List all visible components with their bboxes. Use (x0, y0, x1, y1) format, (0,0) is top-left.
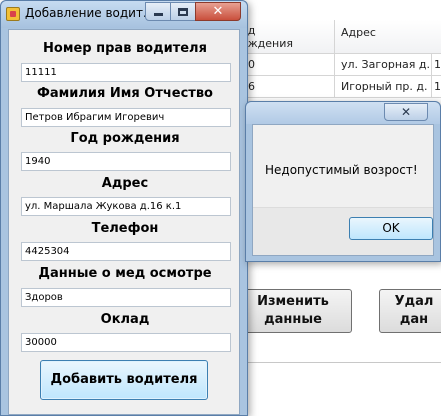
birth-year-label: Год рождения (70, 131, 180, 146)
grid-cell[interactable]: ул. Загорная д. 3 (335, 54, 432, 76)
address-label: Адрес (101, 176, 149, 191)
grid-cell[interactable]: 1 (432, 54, 441, 76)
ok-button[interactable]: OK (349, 217, 433, 240)
medical-exam-label: Данные о мед осмотре (38, 266, 212, 281)
title-bar[interactable]: Добавление водит... ✕ (1, 1, 247, 28)
medical-exam-input[interactable] (21, 288, 231, 307)
salary-input[interactable] (21, 333, 231, 352)
license-number-input[interactable] (21, 63, 231, 82)
add-driver-button[interactable]: Добавить водителя (40, 360, 208, 400)
minimize-icon (153, 13, 163, 16)
maximize-button[interactable] (170, 2, 196, 21)
close-button[interactable]: ✕ (195, 2, 241, 21)
add-driver-window: Добавление водит... ✕ Номер прав водител… (0, 0, 248, 416)
close-icon: ✕ (212, 4, 224, 19)
message-close-button[interactable]: ✕ (384, 103, 428, 121)
grid-header-address[interactable]: Адрес (335, 20, 441, 54)
grid-header-birth-year[interactable]: од ождения (235, 20, 335, 54)
grid-cell[interactable]: 80 (235, 54, 335, 76)
grid-cell[interactable]: Игорный пр. д. 5 (335, 76, 432, 98)
full-name-label: Фамилия Имя Отчество (36, 86, 213, 101)
divider (234, 362, 441, 363)
message-title-bar[interactable]: ✕ (246, 102, 440, 124)
license-number-label: Номер прав водителя (43, 41, 207, 56)
grid-cell[interactable]: 1 (432, 76, 441, 98)
message-box: ✕ Недопустимый возрост! OK (245, 101, 441, 262)
form-body: Номер прав водителя Фамилия Имя Отчество… (8, 29, 240, 415)
address-input[interactable] (21, 197, 231, 216)
salary-label: Оклад (100, 312, 150, 327)
app-icon (6, 7, 20, 21)
grid-cell[interactable]: 76 (235, 76, 335, 98)
delete-data-button[interactable]: Удал дан (379, 289, 441, 333)
minimize-button[interactable] (145, 2, 171, 21)
message-text: Недопустимый возрост! (265, 163, 418, 177)
message-body: Недопустимый возрост! OK (252, 124, 434, 256)
maximize-icon (178, 7, 188, 16)
birth-year-input[interactable] (21, 152, 231, 171)
full-name-input[interactable] (21, 108, 231, 127)
window-title: Добавление водит... (25, 6, 145, 20)
phone-input[interactable] (21, 242, 231, 261)
close-icon: ✕ (400, 104, 412, 119)
edit-data-button[interactable]: Изменить данные (234, 289, 352, 333)
phone-label: Телефон (91, 221, 159, 236)
